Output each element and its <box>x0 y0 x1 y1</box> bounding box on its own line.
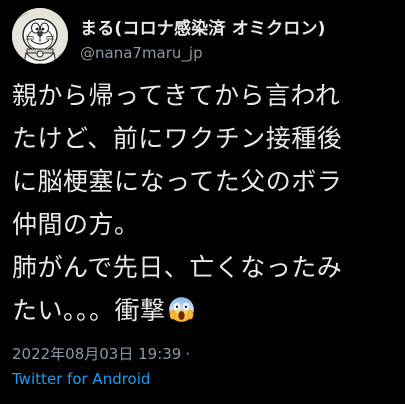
author-display-name[interactable]: まる(コロナ感染済 オミクロン) <box>80 14 326 39</box>
avatar[interactable] <box>12 8 68 64</box>
tweet-text-line: に脳梗塞になってた父のボラ <box>12 167 343 196</box>
tweet-meta: 2022年08月03日 19:39 · <box>12 343 190 364</box>
author-name-row: まる(コロナ感染済 オミクロン) <box>80 14 326 39</box>
tweet-text-line: たけど、前にワクチン接種後 <box>12 124 343 153</box>
tweet-source-link[interactable]: Twitter for Android <box>12 370 150 388</box>
tweet-text-line: 肺がんで先日、亡くなったみ <box>12 253 343 282</box>
tweet: まる(コロナ感染済 オミクロン) @nana7maru_jp 親から帰ってきてか… <box>0 0 405 404</box>
tweet-text-line: 親から帰ってきてから言われ <box>12 81 341 110</box>
cartoon-robot-avatar-icon <box>12 8 68 64</box>
tweet-text-line: 仲間の方。 <box>12 210 140 239</box>
author-handle[interactable]: @nana7maru_jp <box>80 44 203 62</box>
tweet-text: 親から帰ってきてから言われ たけど、前にワクチン接種後 に脳梗塞になってた父のボ… <box>12 74 404 332</box>
meta-separator: · <box>185 345 191 363</box>
tweet-text-line-last: たい。。。衝撃 <box>12 289 404 332</box>
face-screaming-in-fear-emoji <box>168 297 194 322</box>
tweet-text-line: たい。。。衝撃 <box>12 296 166 325</box>
tweet-timestamp[interactable]: 2022年08月03日 19:39 <box>12 345 181 363</box>
